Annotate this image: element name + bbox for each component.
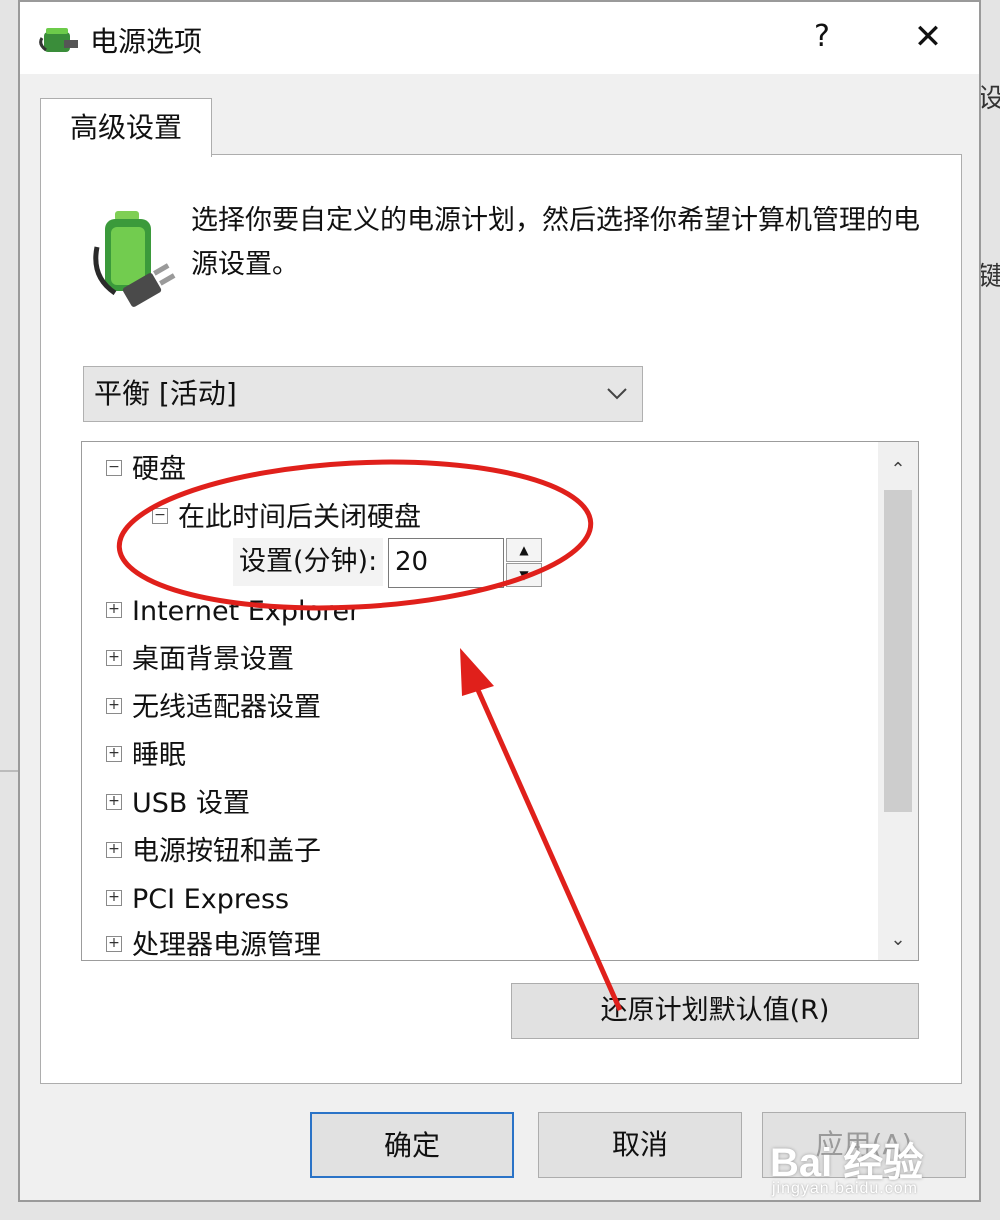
minutes-stepper[interactable]: ▲ ▼: [506, 538, 542, 588]
expand-icon[interactable]: +: [106, 794, 122, 810]
tree-item-label: 无线适配器设置: [132, 692, 321, 723]
power-plan-value: 平衡 [活动]: [94, 377, 237, 410]
tree-scrollbar[interactable]: ⌃ ⌄: [878, 442, 918, 960]
advanced-settings-panel: 选择你要自定义的电源计划，然后选择你希望计算机管理的电源设置。 平衡 [活动] …: [40, 154, 962, 1084]
tree-item-label: 硬盘: [132, 454, 186, 485]
expand-icon[interactable]: +: [106, 890, 122, 906]
power-options-icon: [39, 28, 78, 52]
title-bar[interactable]: 电源选项 ? ✕: [20, 2, 979, 74]
cancel-button[interactable]: 取消: [538, 1112, 742, 1178]
help-button[interactable]: ?: [800, 14, 844, 60]
stepper-down-icon[interactable]: ▼: [506, 563, 542, 587]
tree-item-label: 睡眠: [132, 740, 186, 771]
window-title: 电源选项: [90, 25, 203, 58]
close-button[interactable]: ✕: [900, 14, 956, 60]
background-divider: [0, 770, 18, 772]
tree-item-label: PCI Express: [132, 884, 290, 915]
background-text-fragment: 键: [978, 262, 1000, 292]
power-plan-select[interactable]: 平衡 [活动]: [83, 366, 643, 422]
tree-item-label: 处理器电源管理: [132, 930, 321, 961]
tree-item-label: 电源按钮和盖子: [132, 836, 321, 867]
expand-icon[interactable]: +: [106, 650, 122, 666]
stepper-up-icon[interactable]: ▲: [506, 538, 542, 562]
settings-tree[interactable]: − 硬盘 − 在此时间后关闭硬盘 设置(分钟): 20 ▲ ▼ + Intern…: [81, 441, 919, 961]
power-options-dialog: 电源选项 ? ✕ 高级设置 选择你要自定义的电源计划，然后选择你希望计算机管理的…: [18, 0, 981, 1202]
ok-button[interactable]: 确定: [310, 1112, 514, 1178]
tree-item-label: USB 设置: [132, 788, 251, 819]
tab-advanced-settings[interactable]: 高级设置: [40, 98, 212, 157]
scroll-thumb[interactable]: [884, 490, 912, 812]
expand-icon[interactable]: +: [106, 936, 122, 952]
battery-plug-icon: [93, 211, 176, 307]
tree-item-label: Internet Explorer: [132, 596, 361, 627]
expand-icon[interactable]: +: [106, 746, 122, 762]
background-text-fragment: 设: [978, 84, 1000, 114]
scroll-up-icon[interactable]: ⌃: [878, 450, 918, 490]
minutes-input[interactable]: 20: [388, 538, 504, 588]
tree-item-label: 在此时间后关闭硬盘: [178, 502, 421, 533]
tree-item-label: 桌面背景设置: [132, 644, 294, 675]
collapse-icon[interactable]: −: [106, 460, 122, 476]
description-text: 选择你要自定义的电源计划，然后选择你希望计算机管理的电源设置。: [191, 205, 920, 280]
expand-icon[interactable]: +: [106, 602, 122, 618]
chevron-down-icon: [607, 388, 627, 400]
watermark-url: jingyan.baidu.com: [772, 1180, 918, 1197]
collapse-icon[interactable]: −: [152, 508, 168, 524]
setting-minutes-label: 设置(分钟):: [233, 538, 384, 586]
expand-icon[interactable]: +: [106, 842, 122, 858]
expand-icon[interactable]: +: [106, 698, 122, 714]
scroll-down-icon[interactable]: ⌄: [878, 920, 918, 960]
baidu-watermark: Bai 经验 jingyan.baidu.com: [770, 1122, 990, 1202]
restore-defaults-button[interactable]: 还原计划默认值(R): [511, 983, 919, 1039]
